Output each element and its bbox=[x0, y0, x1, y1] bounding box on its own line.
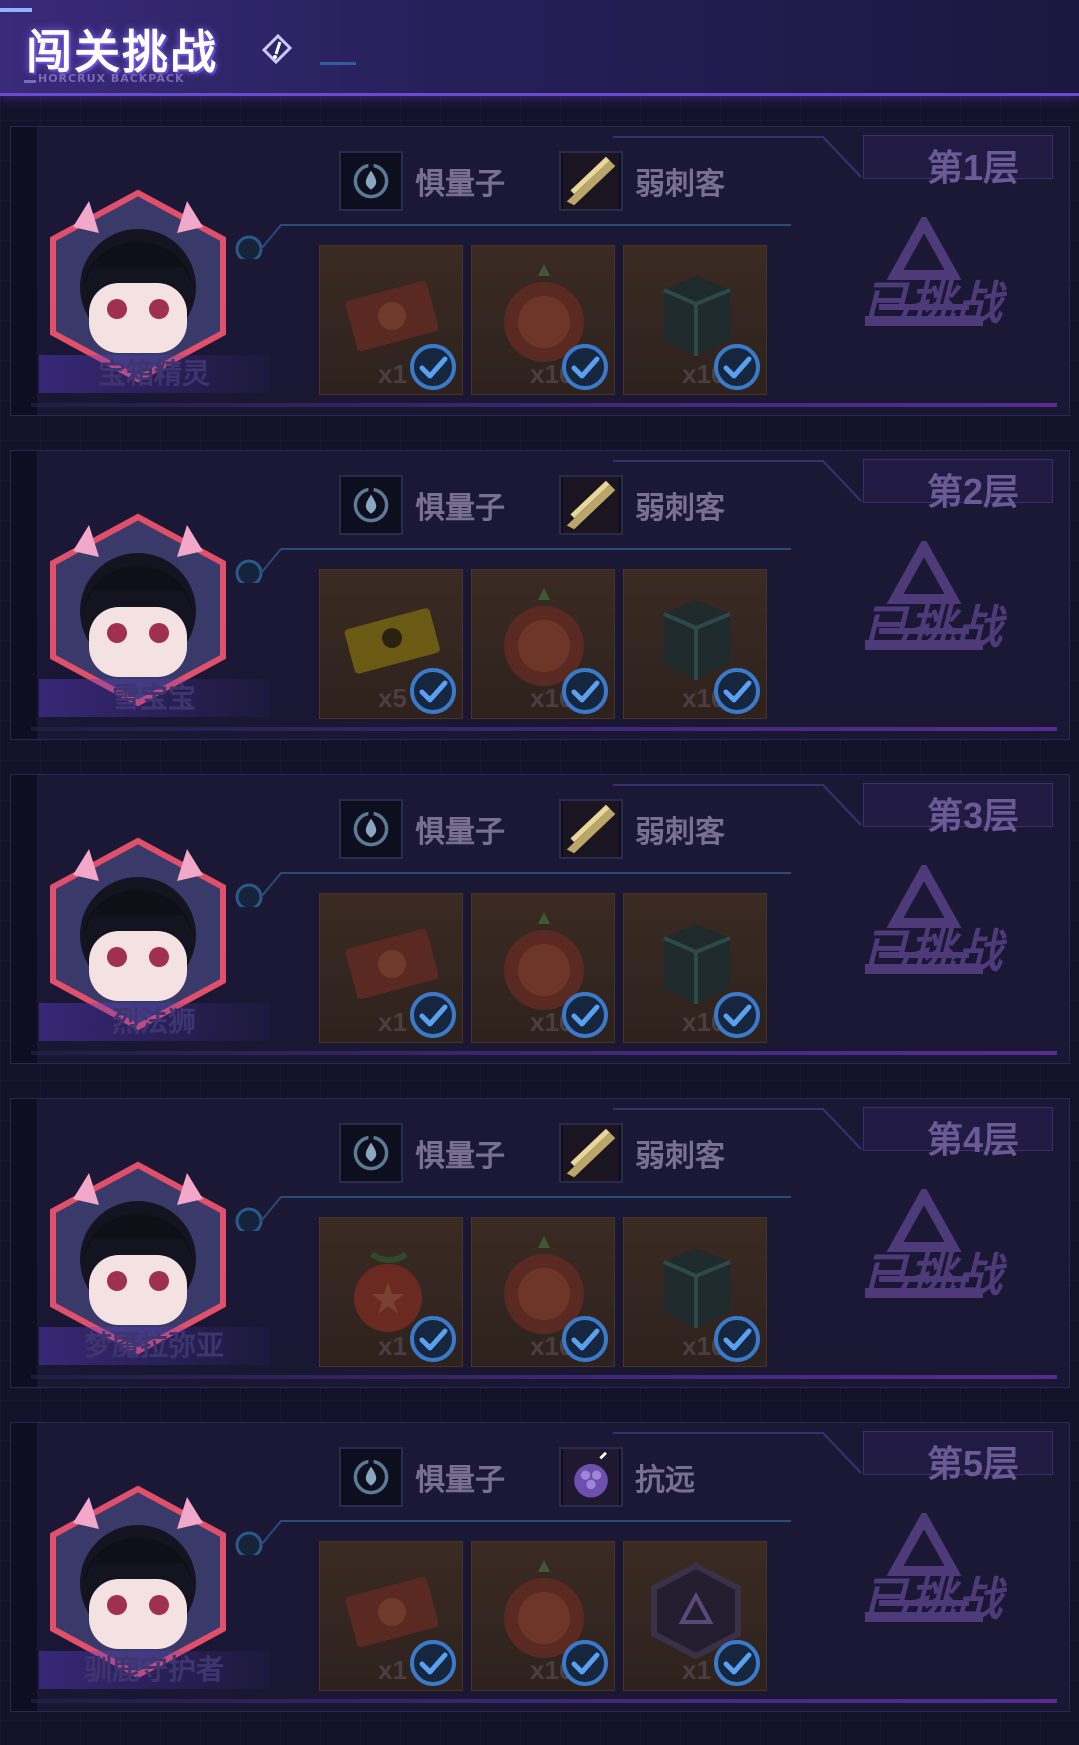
subtitle-dash bbox=[24, 80, 36, 83]
reward-slot[interactable]: x100 bbox=[471, 569, 615, 719]
trait-tag: 惧量子 bbox=[339, 1123, 505, 1183]
trait-tag: 弱刺客 bbox=[559, 475, 725, 535]
trait-label: 弱刺客 bbox=[635, 816, 725, 849]
reward-slot[interactable]: x100 bbox=[623, 569, 767, 719]
reward-slot[interactable]: x100 bbox=[623, 245, 767, 395]
claimed-check-icon bbox=[714, 668, 760, 714]
blade-icon bbox=[559, 151, 623, 211]
grape-icon bbox=[559, 1447, 623, 1507]
status-label: 已挑战 bbox=[862, 1573, 1003, 1625]
boss-name: 梦魇拉弥亚 bbox=[39, 1327, 269, 1365]
trait-label: 惧量子 bbox=[415, 1140, 505, 1173]
floor-label: 第1层 bbox=[926, 147, 1019, 188]
quantum-icon bbox=[339, 1447, 403, 1507]
reward-slot[interactable]: x100 bbox=[623, 893, 767, 1043]
reward-slot[interactable]: x100 bbox=[471, 1541, 615, 1691]
claimed-check-icon bbox=[562, 1316, 608, 1362]
claimed-check-icon bbox=[410, 344, 456, 390]
reward-slot[interactable]: x1 bbox=[319, 1217, 463, 1367]
claimed-check-icon bbox=[714, 992, 760, 1038]
trait-label: 惧量子 bbox=[415, 168, 505, 201]
stage-card[interactable]: 第2层已挑战雪宝宝 惧量子 弱刺客 x5 x100 x100 bbox=[10, 450, 1070, 740]
boss-name: 雪宝宝 bbox=[39, 679, 269, 717]
reward-slot[interactable]: x100 bbox=[471, 893, 615, 1043]
claimed-check-icon bbox=[562, 668, 608, 714]
reward-quantity: x1 bbox=[378, 359, 407, 389]
quantum-icon bbox=[339, 151, 403, 211]
stage-card[interactable]: 第3层已挑战烈法狮 惧量子 弱刺客 x1 x100 x100 bbox=[10, 774, 1070, 1064]
floor-label: 第3层 bbox=[926, 795, 1019, 836]
top-bar: 闯关挑战 HORCRUX BACKPACK bbox=[0, 0, 1079, 96]
floor-label: 第2层 bbox=[926, 471, 1019, 512]
blade-icon bbox=[559, 799, 623, 859]
trait-label: 弱刺客 bbox=[635, 492, 725, 525]
status-label: 已挑战 bbox=[862, 925, 1003, 977]
claimed-check-icon bbox=[562, 344, 608, 390]
status-label: 已挑战 bbox=[862, 277, 1003, 329]
blade-icon bbox=[559, 1123, 623, 1183]
reward-quantity: x1 bbox=[682, 1655, 711, 1685]
trait-label: 弱刺客 bbox=[635, 1140, 725, 1173]
reward-slot[interactable]: x100 bbox=[623, 1217, 767, 1367]
claimed-check-icon bbox=[410, 1316, 456, 1362]
floor-label: 第4层 bbox=[926, 1119, 1019, 1160]
claimed-check-icon bbox=[410, 1640, 456, 1686]
blade-icon bbox=[559, 475, 623, 535]
trait-tag: 惧量子 bbox=[339, 799, 505, 859]
claimed-check-icon bbox=[562, 992, 608, 1038]
trait-label: 惧量子 bbox=[415, 1464, 505, 1497]
header-accent bbox=[0, 8, 32, 12]
trait-label: 抗远 bbox=[635, 1464, 695, 1497]
claimed-check-icon bbox=[714, 1640, 760, 1686]
claimed-check-icon bbox=[562, 1640, 608, 1686]
reward-slot[interactable]: x100 bbox=[471, 1217, 615, 1367]
reward-slot[interactable]: x1 bbox=[623, 1541, 767, 1691]
reward-quantity: x5 bbox=[378, 683, 407, 713]
trait-tag: 惧量子 bbox=[339, 475, 505, 535]
trait-tag: 惧量子 bbox=[339, 1447, 505, 1507]
reward-quantity: x1 bbox=[378, 1007, 407, 1037]
reward-slot[interactable]: x100 bbox=[471, 245, 615, 395]
trait-label: 弱刺客 bbox=[635, 168, 725, 201]
quantum-icon bbox=[339, 1123, 403, 1183]
reward-slot[interactable]: x5 bbox=[319, 569, 463, 719]
boss-name: 烈法狮 bbox=[39, 1003, 269, 1041]
status-label: 已挑战 bbox=[862, 601, 1003, 653]
reward-slot[interactable]: x1 bbox=[319, 1541, 463, 1691]
boss-name: 驯鹿守护者 bbox=[39, 1651, 269, 1689]
trait-tag: 抗远 bbox=[559, 1447, 695, 1507]
claimed-check-icon bbox=[410, 992, 456, 1038]
trait-tag: 弱刺客 bbox=[559, 799, 725, 859]
quantum-icon bbox=[339, 799, 403, 859]
reward-quantity: x1 bbox=[378, 1331, 407, 1361]
trait-label: 惧量子 bbox=[415, 816, 505, 849]
stage-card[interactable]: 第5层已挑战驯鹿守护者 惧量子 抗远 x1 x100 x1 bbox=[10, 1422, 1070, 1712]
claimed-check-icon bbox=[714, 1316, 760, 1362]
trait-tag: 弱刺客 bbox=[559, 1123, 725, 1183]
trait-label: 惧量子 bbox=[415, 492, 505, 525]
edit-icon[interactable] bbox=[256, 28, 298, 70]
claimed-check-icon bbox=[714, 344, 760, 390]
reward-quantity: x1 bbox=[378, 1655, 407, 1685]
stage-card[interactable]: 第4层已挑战梦魇拉弥亚 惧量子 弱刺客 x1 x100 x100 bbox=[10, 1098, 1070, 1388]
claimed-check-icon bbox=[410, 668, 456, 714]
floor-label: 第5层 bbox=[926, 1443, 1019, 1484]
reward-slot[interactable]: x1 bbox=[319, 245, 463, 395]
trait-tag: 弱刺客 bbox=[559, 151, 725, 211]
page-subtitle: HORCRUX BACKPACK bbox=[38, 72, 185, 85]
trait-tag: 惧量子 bbox=[339, 151, 505, 211]
stage-card[interactable]: 第1层已挑战宝箱精灵 惧量子 弱刺客 x1 x100 x100 bbox=[10, 126, 1070, 416]
status-label: 已挑战 bbox=[862, 1249, 1003, 1301]
quantum-icon bbox=[339, 475, 403, 535]
header-dash bbox=[320, 62, 356, 65]
reward-slot[interactable]: x1 bbox=[319, 893, 463, 1043]
boss-name: 宝箱精灵 bbox=[39, 355, 269, 393]
